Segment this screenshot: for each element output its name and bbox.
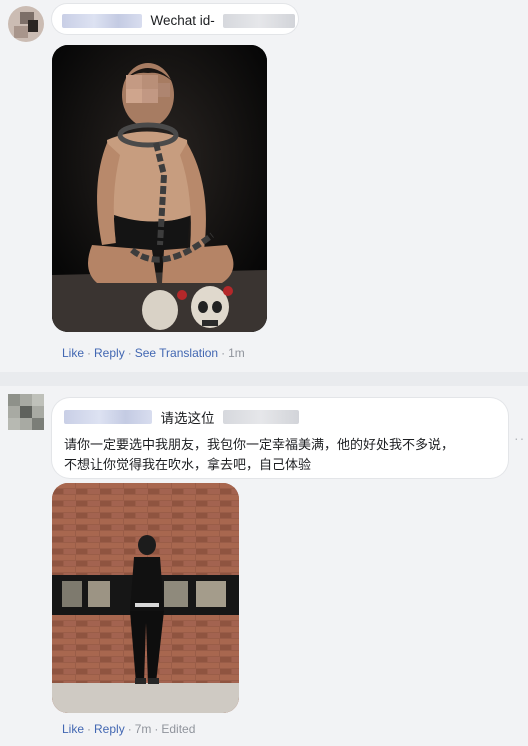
edited-label[interactable]: Edited	[161, 722, 195, 736]
see-translation-link[interactable]: See Translation	[135, 346, 218, 360]
comment-1: Wechat id- Like · Reply · See Translatio…	[0, 0, 528, 372]
redacted-id	[222, 410, 299, 424]
timestamp[interactable]: 7m	[135, 722, 152, 736]
timestamp[interactable]: 1m	[228, 346, 245, 360]
commenter-name[interactable]	[62, 13, 142, 28]
comment-body-line-2: 不想让你觉得我在吹水，拿去吧，自己体验	[64, 457, 312, 472]
reply-link[interactable]: Reply	[94, 346, 125, 360]
section-divider	[0, 372, 528, 386]
comment-photo[interactable]	[52, 483, 239, 713]
reply-link[interactable]: Reply	[94, 722, 125, 736]
commenter-avatar[interactable]	[8, 394, 44, 430]
comment-text: Wechat id-	[150, 13, 215, 29]
comment-actions: Like · Reply · See Translation · 1m	[62, 346, 245, 360]
comment-body-line-1: 请你一定要选中我朋友，我包你一定幸福美满，他的好处我不多说，	[64, 437, 455, 452]
comment-actions: Like · Reply · 7m · Edited	[62, 722, 196, 736]
comment-bubble: 请选这位 请你一定要选中我朋友，我包你一定幸福美满，他的好处我不多说， 不想让你…	[52, 398, 508, 478]
more-options-icon[interactable]: ··	[514, 430, 525, 446]
comment-2: 请选这位 请你一定要选中我朋友，我包你一定幸福美满，他的好处我不多说， 不想让你…	[0, 386, 528, 746]
like-link[interactable]: Like	[62, 722, 84, 736]
commenter-avatar[interactable]	[8, 6, 44, 42]
like-link[interactable]: Like	[62, 346, 84, 360]
comment-bubble: Wechat id-	[52, 4, 298, 34]
photo-graphic	[52, 45, 267, 332]
commenter-name[interactable]	[64, 410, 152, 424]
redacted-id	[223, 13, 296, 28]
photo-graphic	[52, 483, 239, 713]
comment-title: 请选这位	[160, 411, 215, 426]
comment-photo[interactable]	[52, 45, 267, 332]
